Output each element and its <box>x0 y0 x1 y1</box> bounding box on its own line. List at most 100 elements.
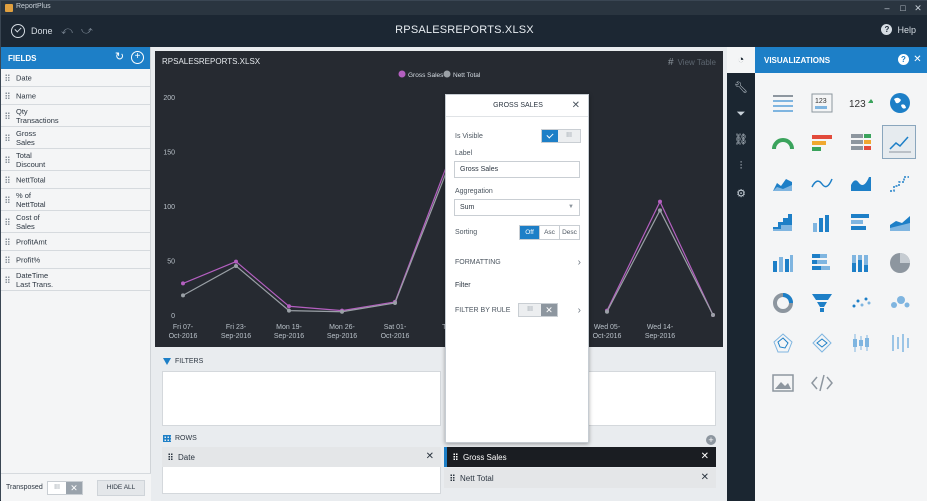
kpi-number-icon[interactable]: 123 <box>804 85 838 119</box>
field-item[interactable]: Date <box>1 69 150 87</box>
doughnut-chart-icon[interactable] <box>765 285 799 319</box>
close-panel-icon[interactable]: ✕ <box>912 54 923 65</box>
x-tick-label: Mon 19- <box>276 324 302 331</box>
sort-asc-option[interactable]: Asc <box>539 226 559 239</box>
fields-header: FIELDS ↻ + <box>1 47 150 69</box>
ohlc-icon[interactable] <box>882 325 916 359</box>
rows-grid-icon <box>163 435 171 442</box>
bullet-graph-icon[interactable] <box>804 125 838 159</box>
help-label: Help <box>897 24 916 35</box>
label-input[interactable]: Gross Sales <box>454 161 580 178</box>
minimize-button[interactable]: – <box>880 2 894 14</box>
scorecard-icon[interactable] <box>843 125 877 159</box>
add-value-icon[interactable]: + <box>706 435 716 445</box>
help-icon[interactable]: ? <box>898 54 909 65</box>
filters-well-right[interactable] <box>588 371 716 426</box>
filters-well[interactable] <box>162 371 441 426</box>
sort-desc-option[interactable]: Desc <box>559 226 579 239</box>
filter-tab-icon[interactable]: ⏷ <box>727 101 755 127</box>
percent-column-icon[interactable] <box>843 245 877 279</box>
candlestick-icon[interactable] <box>843 325 877 359</box>
rows-section-label: ROWS <box>163 435 197 442</box>
kpi-trend-icon[interactable]: 123 <box>843 85 877 119</box>
stacked-area-icon[interactable] <box>882 205 916 239</box>
code-icon[interactable] <box>804 365 838 399</box>
values-pill-nett-total[interactable]: Nett Total ✕ <box>444 468 716 488</box>
step-area-icon[interactable] <box>765 205 799 239</box>
rows-pill-date[interactable]: Date ✕ <box>162 447 441 467</box>
field-item[interactable]: Name <box>1 87 150 105</box>
globe-map-icon[interactable] <box>882 85 916 119</box>
svg-text:123: 123 <box>849 99 866 110</box>
link-icon[interactable]: ⛓︎ <box>727 127 755 153</box>
wrench-icon[interactable]: 🔧︎ <box>727 75 755 101</box>
filter-by-rule-toggle[interactable]: III ✕ <box>518 303 558 317</box>
is-visible-toggle[interactable]: III <box>541 129 581 143</box>
gauge-icon[interactable] <box>765 125 799 159</box>
scatter-chart-icon[interactable] <box>843 285 877 319</box>
values-pill-label: Gross Sales <box>463 452 507 462</box>
aggregation-label: Aggregation <box>455 188 493 195</box>
spline-chart-icon[interactable] <box>804 165 838 199</box>
field-item[interactable]: DateTime Last Trans. <box>1 269 150 291</box>
grid-icon[interactable] <box>765 85 799 119</box>
field-item[interactable]: Total Discount <box>1 149 150 171</box>
legend-marker <box>398 70 406 78</box>
bar-chart-icon[interactable] <box>843 205 877 239</box>
drag-handle-icon <box>5 73 10 82</box>
field-item[interactable]: Qty Transactions <box>1 105 150 127</box>
field-label: ProfitAmt <box>16 237 47 246</box>
visualizations-panel: VISUALIZATIONS ? ✕ 123 123 <box>755 47 927 501</box>
stacked-bar-icon[interactable] <box>804 245 838 279</box>
image-icon[interactable] <box>765 365 799 399</box>
sliders-icon[interactable]: ⫶ <box>727 153 755 179</box>
label-field-label: Label <box>455 150 473 157</box>
step-line-icon[interactable] <box>882 165 916 199</box>
gear-icon[interactable]: ⚙︎ <box>727 181 755 207</box>
visualizations-tab-icon[interactable]: ◔ <box>727 47 755 73</box>
field-item[interactable]: % of NettTotal <box>1 189 150 211</box>
radar-chart-icon[interactable] <box>765 325 799 359</box>
y-tick-label: 150 <box>163 150 175 157</box>
filter-by-rule-label: FILTER BY RULE <box>455 307 511 314</box>
drag-handle-icon <box>5 133 10 142</box>
close-icon: ✕ <box>541 304 557 316</box>
area-chart-icon[interactable] <box>765 165 799 199</box>
polar-chart-icon[interactable] <box>804 325 838 359</box>
remove-icon[interactable]: ✕ <box>701 451 709 462</box>
line-chart-icon[interactable] <box>882 125 916 159</box>
help-button[interactable]: ? Help <box>881 24 916 35</box>
transposed-toggle[interactable]: III ✕ <box>47 481 83 495</box>
funnel-chart-icon[interactable] <box>804 285 838 319</box>
pie-chart-icon[interactable] <box>882 245 916 279</box>
field-item[interactable]: ProfitAmt <box>1 233 150 251</box>
column-chart-icon[interactable] <box>804 205 838 239</box>
field-item[interactable]: Gross Sales <box>1 127 150 149</box>
bubble-chart-icon[interactable] <box>882 285 916 319</box>
field-item[interactable]: Cost of Sales <box>1 211 150 233</box>
legend-label: Gross Sales <box>408 72 444 79</box>
remove-icon[interactable]: ✕ <box>701 472 709 483</box>
toolbar: Done ⤺ ⤻ RPSALESREPORTS.XLSX ? Help <box>1 15 927 47</box>
aggregation-select[interactable]: Sum ▼ <box>454 199 580 216</box>
data-point <box>234 263 238 268</box>
field-item[interactable]: NettTotal <box>1 171 150 189</box>
values-pill-gross-sales[interactable]: Gross Sales ✕ <box>444 447 716 467</box>
spline-area-icon[interactable] <box>843 165 877 199</box>
sort-off-option[interactable]: Off <box>520 226 539 239</box>
hide-all-button[interactable]: HIDE ALL <box>97 480 145 496</box>
stacked-column-icon[interactable] <box>765 245 799 279</box>
refresh-icon[interactable]: ↻ <box>113 51 126 64</box>
maximize-button[interactable]: □ <box>896 2 910 14</box>
legend-label: Nett Total <box>453 72 481 79</box>
add-field-icon[interactable]: + <box>131 51 144 64</box>
rows-label: ROWS <box>175 435 197 442</box>
remove-icon[interactable]: ✕ <box>426 451 434 462</box>
drag-handle-icon <box>5 217 10 226</box>
x-tick-label: Mon 26- <box>329 324 355 331</box>
close-popup-icon[interactable]: ✕ <box>572 100 580 111</box>
close-window-button[interactable]: ✕ <box>911 2 925 14</box>
svg-text:123: 123 <box>815 98 827 105</box>
field-item[interactable]: Profit% <box>1 251 150 269</box>
formatting-row[interactable]: FORMATTING › <box>455 257 581 268</box>
